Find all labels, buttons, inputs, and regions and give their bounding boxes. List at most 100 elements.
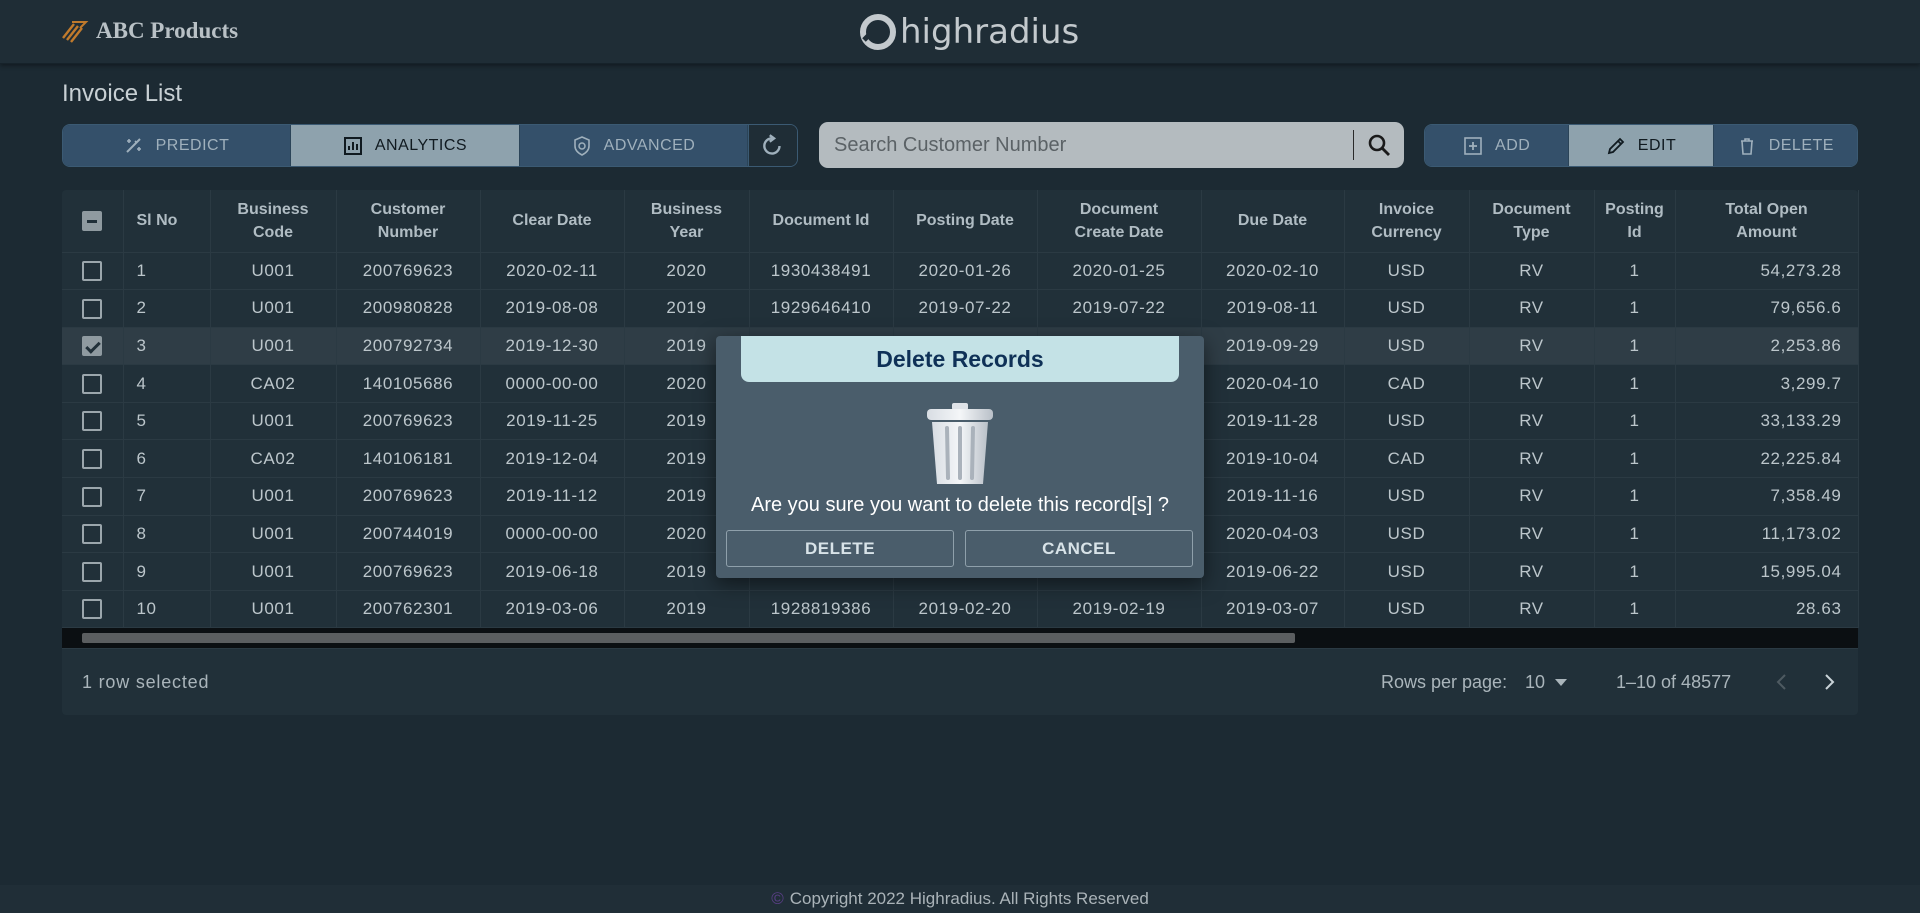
next-page-button[interactable]: [1815, 667, 1845, 697]
cell-invoice-currency: USD: [1344, 289, 1470, 328]
cell-clear-date: 2019-03-06: [480, 590, 625, 629]
column-header-clear-date[interactable]: Clear Date: [480, 190, 625, 253]
row-checkbox[interactable]: [82, 261, 103, 282]
selected-count: 1 row selected: [82, 672, 210, 692]
cell-due-date: 2019-11-16: [1201, 477, 1345, 516]
cell-customer-number: 200980828: [336, 289, 481, 328]
dialog-header: Delete Records: [741, 336, 1179, 382]
predict-button[interactable]: PREDICT: [63, 125, 291, 166]
cell-clear-date: 2019-11-25: [480, 402, 625, 441]
cell-due-date: 2019-10-04: [1201, 439, 1345, 479]
brand[interactable]: ABC Products: [60, 16, 238, 46]
cell-clear-date: 0000-00-00: [480, 364, 625, 403]
cell-invoice-currency: USD: [1344, 552, 1470, 591]
cell-sl-no: 5: [123, 402, 211, 441]
column-header-label: Total Open: [1725, 200, 1808, 218]
row-checkbox[interactable]: [82, 449, 103, 470]
cell-sl-no: 7: [123, 477, 211, 516]
column-header-customer-number[interactable]: Customer Number: [336, 190, 481, 253]
confirm-delete-button[interactable]: DELETE: [726, 530, 954, 567]
column-header-invoice-currency[interactable]: Invoice Currency: [1344, 190, 1470, 253]
column-header-label: Document: [1492, 200, 1571, 218]
refresh-button[interactable]: [748, 125, 797, 166]
cell-document-type: RV: [1469, 590, 1595, 629]
cell-business-year: 2019: [624, 590, 750, 629]
row-checkbox[interactable]: [82, 599, 103, 620]
column-header-posting-id[interactable]: Posting Id: [1594, 190, 1676, 253]
brand-logo-icon: [62, 21, 89, 43]
cell-due-date: 2020-02-10: [1201, 252, 1345, 291]
row-select-cell: [62, 552, 124, 591]
previous-page-button[interactable]: [1766, 667, 1796, 697]
app-header: ABC Products highradius: [0, 0, 1920, 64]
delete-button[interactable]: DELETE: [1713, 125, 1857, 166]
search-box: [819, 122, 1404, 168]
row-checkbox[interactable]: [82, 486, 103, 507]
column-header-label: Business: [650, 200, 723, 218]
dialog-message: Are you sure you want to delete this rec…: [751, 494, 1169, 516]
cell-invoice-currency: CAD: [1344, 364, 1470, 403]
add-button[interactable]: ADD: [1425, 125, 1570, 166]
cancel-button[interactable]: CANCEL: [965, 530, 1193, 567]
column-header-sl-no[interactable]: Sl No: [123, 190, 211, 253]
cell-posting-date: 2019-02-20: [893, 590, 1038, 629]
predict-label: PREDICT: [155, 136, 230, 154]
cell-total-open-amount: 11,173.02: [1675, 515, 1859, 554]
cell-business-code: U001: [210, 477, 337, 516]
page-footer: © Copyright 2022 Highradius. All Rights …: [0, 885, 1920, 913]
column-header-label: Document Id: [772, 212, 870, 230]
row-checkbox[interactable]: [82, 298, 103, 319]
cell-sl-no: 9: [123, 552, 211, 591]
cell-due-date: 2020-04-03: [1201, 515, 1345, 554]
advanced-search-button[interactable]: ADVANCED: [520, 125, 748, 166]
cell-invoice-currency: USD: [1344, 327, 1470, 366]
row-select-cell: [62, 327, 124, 366]
row-checkbox[interactable]: [82, 336, 103, 357]
table-row[interactable]: 10 U001 200762301 2019-03-06 2019 1928819386 2…: [62, 590, 1859, 629]
column-header-posting-date[interactable]: Posting Date: [893, 190, 1038, 253]
table-row[interactable]: 2 U001 200980828 2019-08-08 2019 1929646410 20…: [62, 289, 1859, 328]
cell-clear-date: 2019-06-18: [480, 552, 625, 591]
edit-button[interactable]: EDIT: [1569, 125, 1714, 166]
column-header-document-create-date[interactable]: Document Create Date: [1037, 190, 1202, 253]
row-checkbox[interactable]: [82, 373, 103, 394]
column-header-due-date[interactable]: Due Date: [1201, 190, 1345, 253]
select-all-checkbox[interactable]: [82, 211, 103, 232]
analytics-button[interactable]: ANALYTICS: [291, 125, 520, 166]
row-checkbox[interactable]: [82, 524, 103, 545]
cell-sl-no: 3: [123, 327, 211, 366]
cell-posting-id: 1: [1594, 327, 1676, 366]
edit-icon: [1607, 137, 1625, 154]
horizontal-scrollbar[interactable]: [62, 628, 1858, 648]
cell-customer-number: 140105686: [336, 364, 481, 403]
column-header-label: Currency: [1371, 223, 1442, 241]
column-header-business-year[interactable]: Business Year: [624, 190, 750, 253]
horizontal-scrollbar-thumb[interactable]: [82, 633, 1295, 643]
column-header-label: Type: [1513, 223, 1550, 241]
page-title: Invoice List: [62, 80, 183, 107]
column-header-document-id[interactable]: Document Id: [749, 190, 894, 253]
cell-sl-no: 1: [123, 252, 211, 291]
table-row[interactable]: 1 U001 200769623 2020-02-11 2020 1930438491 20…: [62, 252, 1859, 291]
row-checkbox[interactable]: [82, 411, 103, 432]
column-header-business-code[interactable]: Business Code: [210, 190, 337, 253]
search-input[interactable]: [819, 122, 1353, 168]
cell-document-create-date: 2019-07-22: [1037, 289, 1202, 328]
cell-clear-date: 2019-08-08: [480, 289, 625, 328]
cell-clear-date: 2019-12-30: [480, 327, 625, 366]
select-all-cell: [62, 190, 124, 253]
rows-per-page-select[interactable]: 10: [1525, 672, 1568, 693]
row-checkbox[interactable]: [82, 561, 103, 582]
cell-posting-id: 1: [1594, 439, 1676, 479]
search-icon: [1368, 134, 1390, 156]
column-header-label: Id: [1627, 223, 1642, 241]
cell-sl-no: 6: [123, 439, 211, 479]
search-button[interactable]: [1354, 122, 1404, 168]
add-label: ADD: [1495, 136, 1531, 154]
cell-business-code: CA02: [210, 364, 337, 403]
cell-document-type: RV: [1469, 515, 1595, 554]
column-header-document-type[interactable]: Document Type: [1469, 190, 1595, 253]
column-header-total-open-amount[interactable]: Total Open Amount: [1675, 190, 1859, 253]
cell-business-code: CA02: [210, 439, 337, 479]
cell-document-type: RV: [1469, 477, 1595, 516]
